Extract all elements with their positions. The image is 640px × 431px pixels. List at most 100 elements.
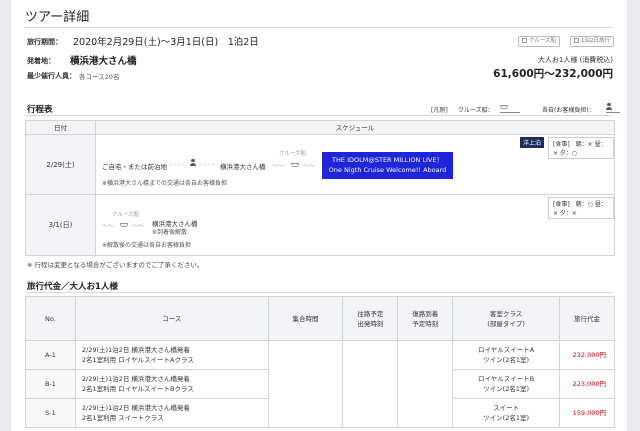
event-line1: THE IDOLM@STER MILLION LIVE！ (332, 156, 443, 164)
day1-ship-label: クルーズ船 (279, 151, 307, 157)
legend-own-icon (606, 103, 620, 113)
row-course-line2: 2名1室利用 ロイヤルスイートAクラス (81, 356, 194, 364)
pricing-divider (25, 292, 613, 293)
row-price: 223,000円 (558, 369, 616, 399)
day2-note: ※解散後の交通は各自お客様負担 (102, 242, 192, 249)
cruise-chip: クルーズ船 (518, 36, 561, 47)
legend-own: 各自(お客様負担)： (542, 107, 595, 114)
day1-ship-icon (291, 160, 299, 168)
row-no: B-1 (25, 369, 76, 399)
col-date: 日付 (26, 121, 96, 134)
pricing-title: 旅行代金／大人お1人様 (27, 282, 118, 292)
person-icon (190, 159, 196, 166)
legend-ship-icon (500, 103, 520, 113)
schedule-table: 日付 スケジュール 2/29(土) 洋上泊 [食事] 朝：× 昼：× 夕：○ ご… (25, 120, 615, 256)
period-label: 旅行期間： (27, 38, 62, 46)
day1-home: ご自宅・または前泊地 (102, 163, 167, 171)
row-price: 159,000円 (558, 398, 616, 428)
col-schedule: スケジュール (335, 124, 375, 132)
min-participants-label: 最少催行人員： (27, 72, 76, 80)
legend-label: [凡例] (431, 107, 448, 114)
day2-dash2: ～～ (132, 223, 145, 230)
calendar-icon (574, 38, 579, 43)
row-course-line2: 2名1室利用 ロイヤルスイートBクラス (81, 385, 194, 393)
row-course: 2/29(土)1泊2日 横浜港大さん橋発着 2名1室利用 ロイヤルスイートAクラス (74, 340, 269, 370)
th-ret-line2: 予定時刻 (412, 319, 439, 328)
ship-icon (291, 163, 299, 167)
legend-ship: クルーズ船： (458, 107, 494, 114)
itinerary-footnote: ※ 行程は変更となる場合がございますのでご了承ください。 (27, 261, 204, 269)
table-row[interactable]: A-1 2/29(土)1泊2日 横浜港大さん橋発着 2名1室利用 ロイヤルスイート… (25, 340, 616, 428)
th-course: コース (74, 296, 269, 341)
day1-dash4: ～～ (303, 163, 316, 170)
price-note: 大人お1人様 (消費税込) (537, 56, 613, 64)
day2-ship-icon (120, 220, 128, 228)
th-meet: 集合時間 (267, 296, 344, 341)
row-ret (397, 340, 454, 428)
row-course-line2: 2名1室利用 スイートクラス (81, 414, 164, 422)
day1-dash2: - - - - (200, 161, 215, 168)
day2-arrive-note: ※到着後解散 (152, 229, 188, 236)
th-out-line2: 出発時刻 (357, 319, 384, 328)
th-out-line1: 往路予定 (357, 309, 384, 318)
day1-person-icon (190, 159, 196, 167)
row-room-line2: ツイン(2名1室) (483, 414, 529, 422)
day1-date: 2/29(土) (26, 135, 96, 194)
row-course: 2/29(土)1泊2日 横浜港大さん橋発着 2名1室利用 ロイヤルスイートBクラス (74, 369, 269, 399)
person-icon (606, 103, 612, 110)
day1-port: 横浜港大さん橋 (220, 163, 266, 171)
itinerary-title: 行程表 (27, 105, 53, 115)
row-no: A-1 (25, 340, 76, 370)
row-room-line2: ツイン(2名1室) (483, 356, 529, 364)
schedule-row-day1: 2/29(土) 洋上泊 [食事] 朝：× 昼：× 夕：○ ご自宅・または前泊地 … (26, 135, 614, 195)
depart-value: 横浜港大さん橋 (70, 56, 137, 67)
th-room: 客室クラス (部屋タイプ) (452, 296, 560, 341)
event-line2: One Nigth Cruise Welcome!! Aboard (328, 166, 447, 174)
day2-dash1: ～～ (102, 223, 115, 230)
row-room-line2: ツイン(2名1室) (483, 385, 529, 393)
th-ret-line1: 復路到着 (412, 309, 439, 318)
cruise-chip-label: クルーズ船 (529, 38, 557, 44)
title-divider (25, 27, 613, 28)
row-price: 232,000円 (558, 340, 616, 370)
row-course-line1: 2/29(土)1泊2日 横浜港大さん橋発着 (81, 375, 190, 383)
period-value: 2020年2月29日(土)〜3月1日(日) 1泊2日 (73, 37, 259, 48)
price-range: 61,600円〜232,000円 (493, 68, 613, 80)
row-course-line1: 2/29(土)1泊2日 横浜港大さん橋発着 (81, 346, 190, 354)
row-room-line1: ロイヤルスイートB (477, 375, 535, 383)
th-no: No. (25, 296, 76, 341)
th-out: 往路予定 出発時刻 (342, 296, 399, 341)
th-ret: 復路到着 予定時刻 (397, 296, 454, 341)
row-room: ロイヤルスイートB ツイン(2名1室) (452, 369, 560, 399)
th-room-line1: 客室クラス (489, 309, 523, 318)
row-room: スイート ツイン(2名1室) (452, 398, 560, 428)
nights-chip-label: 1泊2日旅行 (581, 38, 610, 44)
day1-note: ※横浜港大さん橋までの交通は各自お客様負担 (102, 180, 228, 187)
depart-label: 発着地： (27, 57, 55, 65)
event-banner[interactable]: THE IDOLM@STER MILLION LIVE！ One Nigth C… (322, 152, 453, 179)
row-room-line1: ロイヤルスイートA (477, 346, 535, 354)
price-table: No. コース 集合時間 往路予定 出発時刻 復路到着 予定時刻 客室クラス (部屋タ… (25, 296, 616, 428)
onboard-badge: 洋上泊 (520, 137, 545, 148)
page-title: ツアー詳細 (25, 10, 90, 25)
row-course-line1: 2/29(土)1泊2日 横浜港大さん橋発着 (81, 404, 190, 412)
day1-meals: [食事] 朝：× 昼：× 夕：○ (548, 137, 614, 159)
row-room: ロイヤルスイートA ツイン(2名1室) (452, 340, 560, 370)
row-no: S-1 (25, 398, 76, 428)
min-participants-value: 各コース20名 (79, 73, 120, 81)
tour-detail-page: ツアー詳細 旅行期間： 2020年2月29日(土)〜3月1日(日) 1泊2日 発… (10, 0, 628, 431)
row-out (342, 340, 399, 428)
ship-icon (522, 38, 527, 43)
ship-icon (120, 223, 128, 227)
schedule-header: 日付 スケジュール (26, 121, 614, 135)
day2-date: 3/1(日) (26, 195, 96, 255)
itinerary-divider (25, 115, 613, 116)
day1-dash3: ～～ (272, 163, 285, 170)
row-meet (267, 340, 344, 428)
day2-ship-label: クルーズ船 (112, 212, 140, 218)
price-table-header: No. コース 集合時間 往路予定 出発時刻 復路到着 予定時刻 客室クラス (部屋タ… (25, 296, 616, 341)
day2-schedule: [食事] 朝：○ 昼：× 夕：× クルーズ船 ～～ ～～ 横浜港大さん橋 ※到着… (96, 195, 614, 255)
schedule-row-day2: 3/1(日) [食事] 朝：○ 昼：× 夕：× クルーズ船 ～～ ～～ 横浜港大… (26, 195, 614, 255)
th-room-line2: (部屋タイプ) (487, 319, 525, 328)
day1-dash1: - - - - (170, 161, 185, 168)
